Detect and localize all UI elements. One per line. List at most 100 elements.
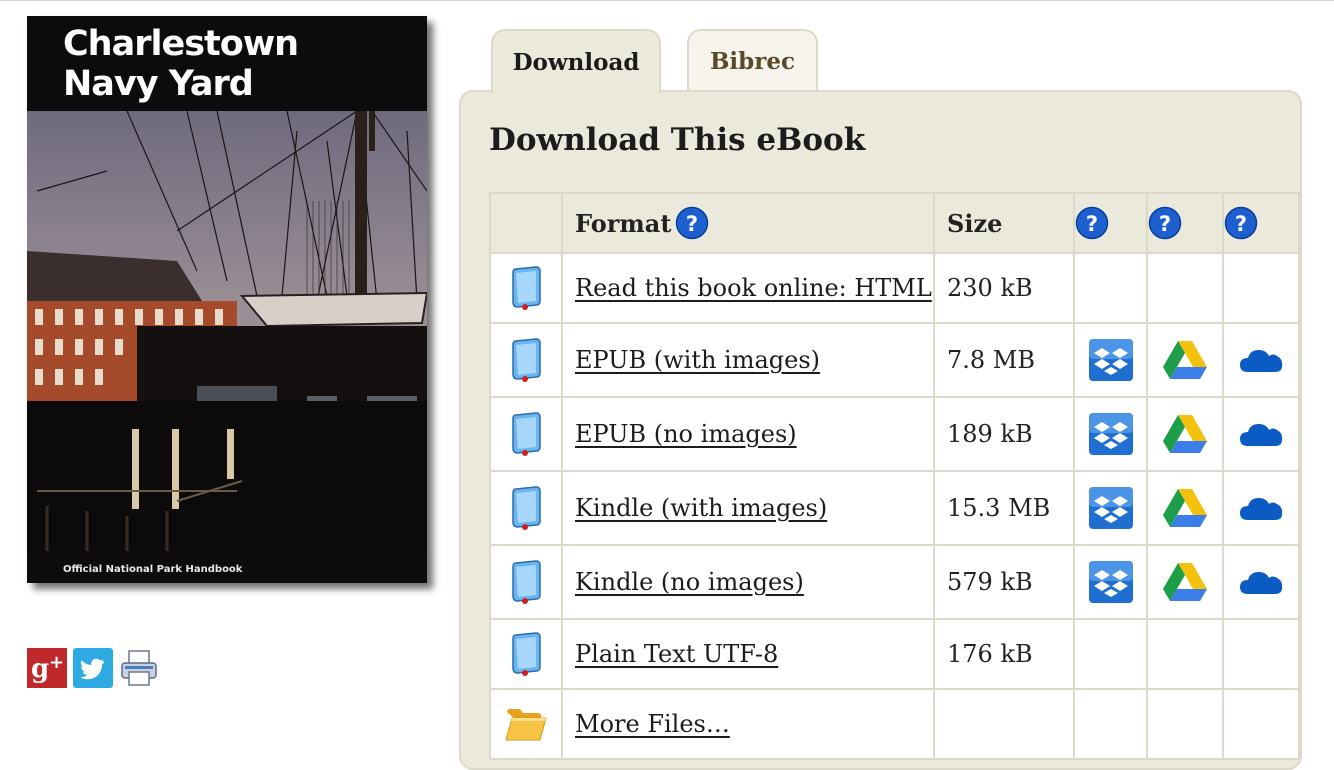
header-format-label: Format xyxy=(575,208,672,238)
format-cell: Read this book online: HTML xyxy=(561,252,935,324)
onedrive-icon[interactable] xyxy=(1238,412,1284,456)
dropbox-icon[interactable] xyxy=(1088,560,1134,604)
dropbox-icon[interactable] xyxy=(1088,486,1134,530)
size-cell: 176 kB xyxy=(933,618,1075,690)
share-bar: g + xyxy=(27,648,159,688)
dropbox-icon[interactable] xyxy=(1088,412,1134,456)
size-cell: 230 kB xyxy=(933,252,1075,324)
google-drive-icon[interactable] xyxy=(1162,560,1208,604)
tab-download[interactable]: Download xyxy=(491,29,661,93)
size-cell: 15.3 MB xyxy=(933,470,1075,546)
onedrive-cell xyxy=(1222,396,1300,472)
table-row: More Files… xyxy=(489,688,1300,760)
svg-text:?: ? xyxy=(686,212,698,236)
download-panel: Download This eBook Format ? Size ? ? ? … xyxy=(459,90,1302,770)
download-table: Format ? Size ? ? ? Read this book onlin… xyxy=(489,192,1300,760)
google-drive-cell xyxy=(1146,544,1224,620)
svg-text:?: ? xyxy=(1086,212,1098,236)
dropbox-cell xyxy=(1073,396,1148,472)
table-header-row: Format ? Size ? ? ? xyxy=(489,192,1300,254)
help-icon[interactable]: ? xyxy=(675,206,709,240)
table-row: Read this book online: HTML 230 kB xyxy=(489,252,1300,324)
svg-text:?: ? xyxy=(1159,212,1171,236)
table-row: EPUB (no images) 189 kB xyxy=(489,396,1300,472)
tab-bibrec[interactable]: Bibrec xyxy=(687,29,818,91)
google-drive-cell xyxy=(1146,470,1224,546)
google-drive-icon[interactable] xyxy=(1162,412,1208,456)
format-cell: Plain Text UTF-8 xyxy=(561,618,935,690)
format-link[interactable]: EPUB (no images) xyxy=(575,420,797,448)
book-icon xyxy=(512,560,541,604)
cover-title: Charlestown Navy Yard xyxy=(63,24,403,104)
google-plus-icon[interactable]: g + xyxy=(27,648,67,688)
help-icon[interactable]: ? xyxy=(1148,206,1182,240)
header-onedrive-help: ? xyxy=(1222,192,1300,254)
book-icon xyxy=(512,266,541,310)
format-cell: Kindle (with images) xyxy=(561,470,935,546)
book-icon xyxy=(512,632,541,676)
format-link[interactable]: Kindle (no images) xyxy=(575,568,804,596)
header-dropbox-help: ? xyxy=(1073,192,1148,254)
header-icon-cell xyxy=(489,192,563,254)
icon-cell xyxy=(489,322,563,398)
format-cell: EPUB (with images) xyxy=(561,322,935,398)
size-cell: 579 kB xyxy=(933,544,1075,620)
icon-cell xyxy=(489,688,563,760)
format-cell: More Files… xyxy=(561,688,935,760)
onedrive-icon[interactable] xyxy=(1238,560,1284,604)
google-drive-cell xyxy=(1146,322,1224,398)
folder-icon xyxy=(505,709,547,741)
icon-cell xyxy=(489,252,563,324)
book-cover: Charlestown Navy Yard Official National … xyxy=(27,16,427,583)
format-link[interactable]: Read this book online: HTML xyxy=(575,274,932,302)
help-icon[interactable]: ? xyxy=(1224,206,1258,240)
dropbox-icon[interactable] xyxy=(1088,338,1134,382)
help-icon[interactable]: ? xyxy=(1075,206,1109,240)
google-drive-icon[interactable] xyxy=(1162,338,1208,382)
empty-service-cell xyxy=(1222,618,1300,690)
onedrive-cell xyxy=(1222,470,1300,546)
onedrive-icon[interactable] xyxy=(1238,486,1284,530)
onedrive-cell xyxy=(1222,544,1300,620)
twitter-icon[interactable] xyxy=(73,648,113,688)
header-size-cell: Size xyxy=(933,192,1075,254)
table-row: Kindle (with images) 15.3 MB xyxy=(489,470,1300,546)
size-cell: 189 kB xyxy=(933,396,1075,472)
cover-title-line-2: Navy Yard xyxy=(63,64,254,104)
svg-text:?: ? xyxy=(1235,212,1247,236)
empty-service-cell xyxy=(1073,618,1148,690)
empty-service-cell xyxy=(1222,688,1300,760)
format-link[interactable]: EPUB (with images) xyxy=(575,346,820,374)
empty-service-cell xyxy=(1073,252,1148,324)
table-row: Plain Text UTF-8 176 kB xyxy=(489,618,1300,690)
size-cell xyxy=(933,688,1075,760)
svg-text:g: g xyxy=(31,654,49,684)
svg-text:+: + xyxy=(49,652,64,673)
icon-cell xyxy=(489,544,563,620)
icon-cell xyxy=(489,396,563,472)
format-link[interactable]: More Files… xyxy=(575,710,730,738)
table-row: Kindle (no images) 579 kB xyxy=(489,544,1300,620)
book-icon xyxy=(512,486,541,530)
onedrive-cell xyxy=(1222,322,1300,398)
table-row: EPUB (with images) 7.8 MB xyxy=(489,322,1300,398)
dropbox-cell xyxy=(1073,322,1148,398)
empty-service-cell xyxy=(1146,618,1224,690)
dropbox-cell xyxy=(1073,544,1148,620)
google-drive-icon[interactable] xyxy=(1162,486,1208,530)
empty-service-cell xyxy=(1073,688,1148,760)
empty-service-cell xyxy=(1146,688,1224,760)
empty-service-cell xyxy=(1222,252,1300,324)
cover-title-line-1: Charlestown xyxy=(63,24,299,64)
format-link[interactable]: Kindle (with images) xyxy=(575,494,827,522)
format-cell: Kindle (no images) xyxy=(561,544,935,620)
dropbox-cell xyxy=(1073,470,1148,546)
panel-heading: Download This eBook xyxy=(489,122,866,158)
google-drive-cell xyxy=(1146,396,1224,472)
onedrive-icon[interactable] xyxy=(1238,338,1284,382)
size-cell: 7.8 MB xyxy=(933,322,1075,398)
printer-icon[interactable] xyxy=(119,648,159,688)
cover-photo xyxy=(27,111,427,551)
format-link[interactable]: Plain Text UTF-8 xyxy=(575,640,778,668)
cover-subtitle: Official National Park Handbook xyxy=(63,564,243,575)
